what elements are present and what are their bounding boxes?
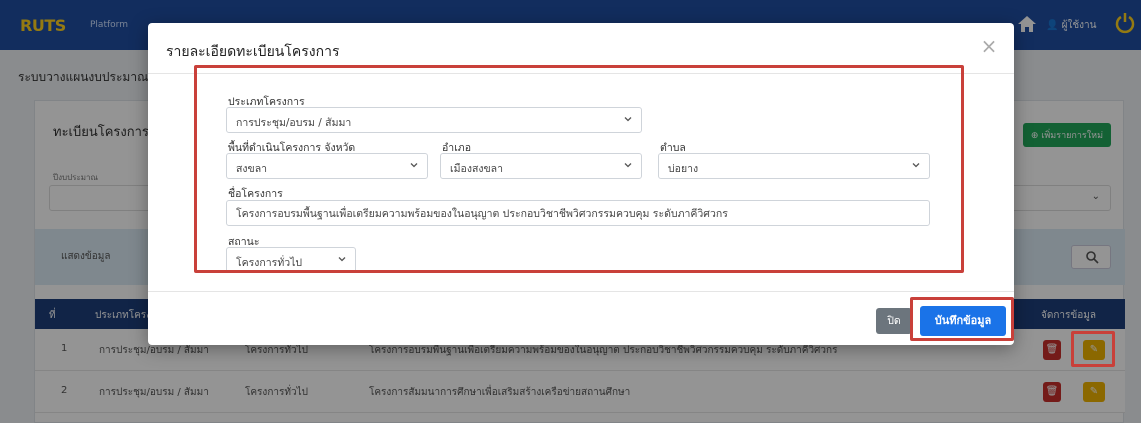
form-highlight [194,65,964,273]
modal-title: รายละเอียดทะเบียนโครงการ [166,44,340,60]
save-button-highlight [910,297,1014,341]
close-icon[interactable]: × [978,35,1000,57]
close-button[interactable]: ปิด [876,308,912,334]
modal-footer-divider [148,291,1014,292]
project-detail-modal: รายละเอียดทะเบียนโครงการ × ประเภทโครงการ… [148,23,1014,345]
edit-button-highlight [1071,331,1115,367]
